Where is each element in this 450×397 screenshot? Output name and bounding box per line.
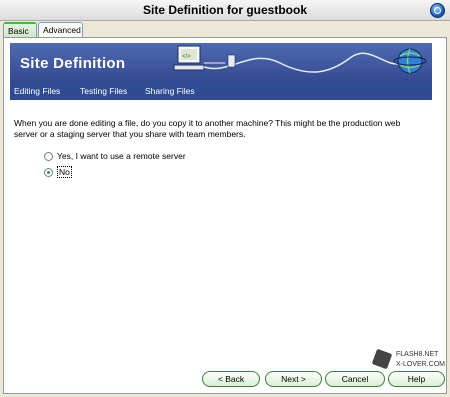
- nav-item-sharing-files[interactable]: Sharing Files: [145, 86, 195, 96]
- tab-advanced[interactable]: Advanced: [38, 22, 83, 37]
- tab-basic[interactable]: Basic: [3, 22, 37, 37]
- window-title: Site Definition for guestbook: [143, 3, 307, 17]
- window-menu-icon[interactable]: [430, 3, 445, 18]
- watermark-line2: X-LOVER.COM: [396, 361, 446, 368]
- option-no[interactable]: No: [44, 166, 72, 178]
- watermark-line1: FLASH8.NET: [396, 351, 439, 358]
- section-nav: Editing Files Testing Files Sharing File…: [10, 83, 432, 100]
- option-remote-server-label[interactable]: Yes, I want to use a remote server: [57, 151, 186, 161]
- radio-remote-server[interactable]: [44, 151, 53, 161]
- cancel-button[interactable]: Cancel: [325, 371, 385, 387]
- option-no-label[interactable]: No: [57, 166, 72, 178]
- watermark-logo-icon: [371, 348, 393, 370]
- title-bar: Site Definition for guestbook: [0, 0, 450, 21]
- banner: Site Definition </>: [10, 43, 432, 83]
- next-button[interactable]: Next >: [265, 371, 322, 387]
- radio-no[interactable]: [44, 167, 53, 177]
- svg-text:</>: </>: [182, 54, 191, 60]
- back-button[interactable]: < Back: [202, 371, 260, 387]
- banner-title: Site Definition: [20, 55, 126, 72]
- question-text: When you are done editing a file, do you…: [14, 118, 401, 139]
- network-illustration-icon: </>: [173, 45, 427, 74]
- content-panel: Site Definition </> Editing Files Testin…: [3, 37, 447, 394]
- option-remote-server[interactable]: Yes, I want to use a remote server: [44, 151, 186, 161]
- nav-item-editing-files[interactable]: Editing Files: [14, 86, 60, 96]
- help-button[interactable]: Help: [388, 371, 445, 387]
- nav-item-testing-files[interactable]: Testing Files: [80, 86, 127, 96]
